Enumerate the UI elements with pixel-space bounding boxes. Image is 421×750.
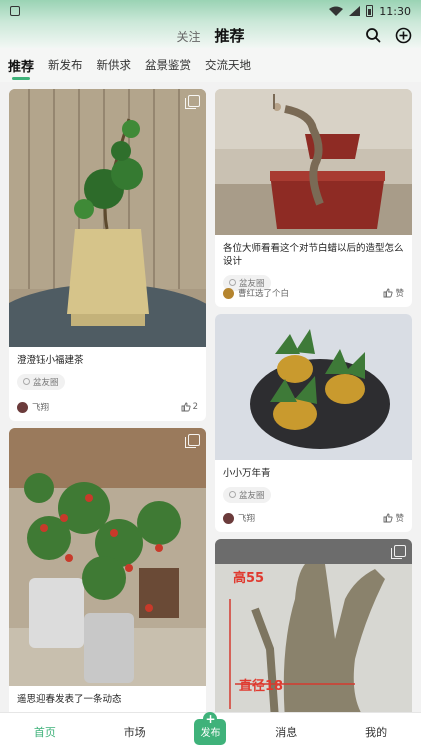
nav-mine[interactable]: 我的 (346, 724, 406, 740)
post-author[interactable]: 飞翔 (17, 401, 49, 413)
post-card[interactable]: 澄澄钰小福建茶 盆友圈 飞翔 2 (9, 89, 206, 421)
header-tabs: 关注 推荐 (176, 25, 244, 46)
avatar (223, 287, 234, 299)
tab-follow[interactable]: 关注 (176, 28, 200, 45)
notification-icon (10, 6, 20, 16)
post-image (9, 89, 206, 347)
post-title: 各位大师看看这个对节白蜡以后的造型怎么设计 (223, 243, 404, 267)
post-title: 澄澄钰小福建茶 (17, 355, 84, 366)
status-left (10, 6, 20, 16)
like-count: 2 (192, 402, 198, 412)
nav-home[interactable]: 首页 (15, 724, 75, 740)
publish-label: 发布 (200, 728, 221, 739)
post-image (9, 428, 206, 686)
thumb-up-icon (384, 288, 394, 298)
author-name: 飞翔 (238, 514, 256, 524)
category-recommend[interactable]: 推荐 (8, 50, 34, 81)
status-time: 11:30 (379, 4, 411, 18)
image-overlay-height: 高55 (233, 571, 265, 586)
post-author[interactable]: 曹红选了个白 (223, 287, 289, 299)
post-title: 遥思迎春发表了一条动态 (17, 694, 122, 705)
category-bar: 推荐 新发布 新供求 盆景鉴赏 交流天地 (0, 48, 421, 82)
post-card[interactable]: 小小万年青 盆友圈 飞翔 赞 (215, 314, 412, 532)
multi-image-icon (391, 545, 406, 559)
image-overlay-diameter: 直径18 (239, 679, 284, 694)
bottom-nav: 首页 市场 + 发布 消息 我的 (0, 711, 421, 750)
category-new-posts[interactable]: 新发布 (48, 51, 83, 79)
category-discussion[interactable]: 交流天地 (205, 51, 251, 79)
post-image (215, 89, 412, 235)
nav-market[interactable]: 市场 (105, 724, 165, 740)
tag-icon (23, 378, 30, 386)
post-tag[interactable]: 盆友圈 (17, 373, 65, 390)
search-icon (366, 28, 381, 43)
status-bar: 11:30 (0, 0, 421, 22)
category-supply-demand[interactable]: 新供求 (97, 51, 132, 79)
post-tag-label: 盆友圈 (33, 377, 59, 388)
multi-image-icon (185, 434, 200, 448)
tag-icon (229, 279, 236, 287)
signal-icon (349, 6, 361, 16)
battery-icon (366, 5, 374, 17)
post-card[interactable]: 遥思迎春发表了一条动态 (9, 428, 206, 712)
author-name: 飞翔 (32, 403, 50, 413)
post-footer: 飞翔 赞 (215, 512, 412, 524)
post-footer: 曹红选了个白 赞 (215, 287, 412, 299)
post-tag-label: 盆友圈 (239, 490, 265, 501)
add-button[interactable] (393, 25, 413, 45)
header-actions (363, 25, 413, 45)
search-button[interactable] (363, 25, 383, 45)
post-image: 高55 直径18 (215, 539, 412, 712)
status-right: 11:30 (329, 5, 411, 18)
like-button[interactable]: 赞 (383, 287, 404, 299)
publish-button[interactable]: + 发布 (194, 711, 227, 745)
author-name: 曹红选了个白 (238, 289, 290, 299)
avatar (17, 401, 28, 413)
like-button[interactable]: 2 (181, 402, 198, 412)
post-footer: 飞翔 2 (9, 401, 206, 413)
wifi-icon (329, 6, 344, 16)
add-circle-icon (395, 27, 411, 43)
top-header: 关注 推荐 (0, 22, 421, 48)
plus-icon: + (203, 711, 218, 726)
thumb-up-icon (384, 513, 394, 523)
post-card[interactable]: 高55 直径18 (215, 539, 412, 712)
like-count: 赞 (395, 514, 404, 524)
like-count: 赞 (395, 289, 404, 299)
thumb-up-icon (181, 402, 191, 412)
nav-messages[interactable]: 消息 (256, 724, 316, 740)
post-image (215, 314, 412, 460)
multi-image-icon (185, 95, 200, 109)
post-feed: 澄澄钰小福建茶 盆友圈 飞翔 2 各位大师看看这个对节白蜡以后的造型怎么设计 盆… (0, 86, 421, 712)
post-author[interactable]: 飞翔 (223, 512, 255, 524)
like-button[interactable]: 赞 (383, 512, 404, 524)
tag-icon (229, 491, 236, 499)
post-card[interactable]: 各位大师看看这个对节白蜡以后的造型怎么设计 盆友圈 曹红选了个白 赞 (215, 89, 412, 307)
avatar (223, 512, 234, 524)
post-title: 小小万年青 (223, 468, 271, 479)
tab-recommend[interactable]: 推荐 (215, 25, 245, 46)
category-bonsai-appreciation[interactable]: 盆景鉴赏 (145, 51, 191, 79)
post-tag[interactable]: 盆友圈 (223, 486, 271, 503)
